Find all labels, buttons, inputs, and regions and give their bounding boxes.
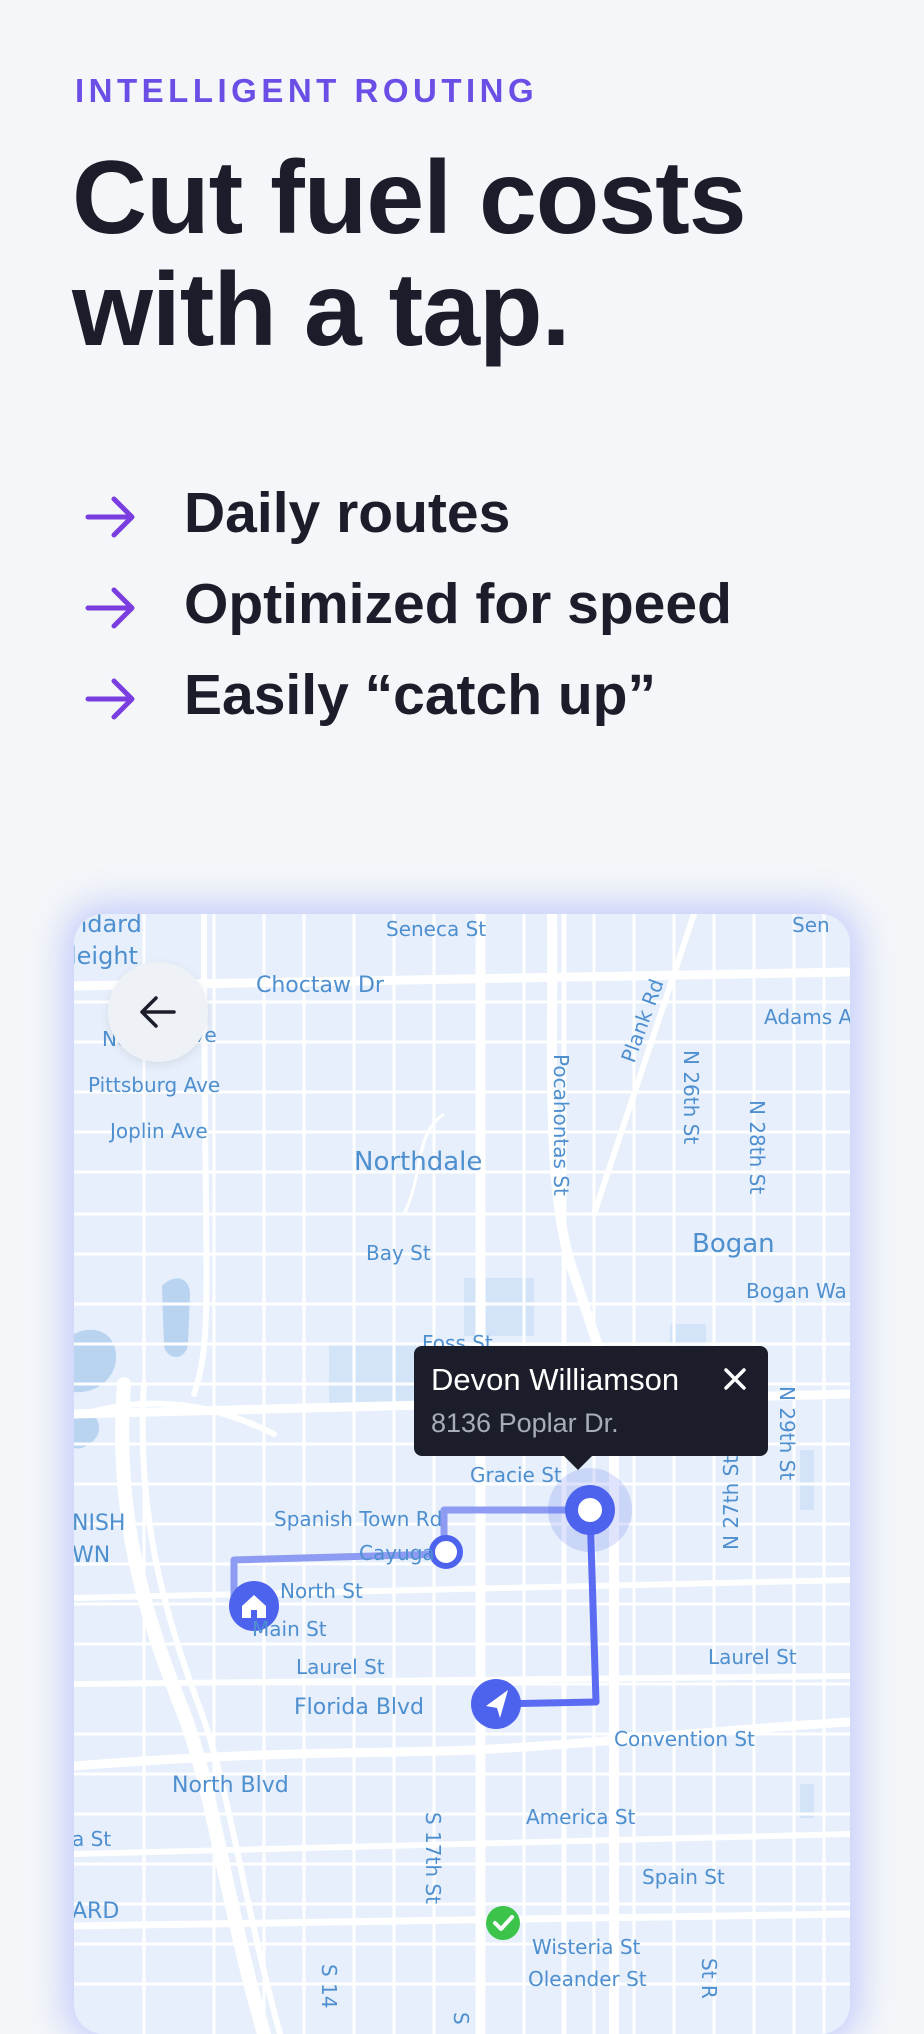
map-label: Seneca St [386,917,486,941]
map-label: St R [697,1958,721,1999]
check-icon[interactable] [486,1906,520,1940]
back-button[interactable] [108,962,208,1062]
map-label: Bay St [366,1241,431,1265]
map-label: ndard [74,914,142,938]
customer-name: Devon Williamson [431,1362,680,1397]
map-label: Convention St [614,1727,755,1751]
map-label: North St [280,1579,363,1603]
map-label: Spanish Town Rd [274,1507,442,1531]
map-label: Laurel St [296,1655,385,1679]
map-label: Choctaw Dr [256,973,385,998]
arrow-left-icon [140,996,176,1028]
headline-line-1: Cut fuel costs [72,140,747,256]
map-label: a St [74,1827,111,1851]
map-label: Bogan Wa [746,1279,847,1303]
map-label: ARD [74,1899,119,1924]
map-label: Pocahontas St [549,1054,573,1196]
feature-label: Easily “catch up” [184,663,657,727]
map-canvas[interactable]: ndard leight Seneca St Sen Choctaw Dr Ne… [74,914,850,2034]
close-icon[interactable] [722,1366,748,1392]
map-label: S 14 [317,1964,341,2009]
map-label: Cayuga [359,1541,435,1565]
map-label: leight [74,942,138,970]
map-label: Joplin Ave [108,1119,208,1143]
map-label: Spain St [642,1865,725,1889]
map-label: North Blvd [172,1773,289,1798]
map-label: Florida Blvd [294,1695,424,1720]
map-label: S 17th St [421,1812,445,1904]
map-label: WN [74,1543,110,1568]
headline-line-2: with a tap. [72,252,570,368]
map-label: Northdale [354,1147,482,1177]
arrow-right-icon [85,587,135,629]
navigation-arrow-icon[interactable] [471,1679,521,1729]
section-eyebrow: INTELLIGENT ROUTING [75,72,539,109]
arrow-right-icon [85,678,135,720]
map-label: Adams A [764,1005,850,1029]
headline: Cut fuel costs with a tap. [72,142,892,366]
feature-label: Daily routes [184,481,511,545]
map-label: NISH [74,1511,125,1536]
map-label: N 26th St [679,1050,703,1144]
map-label: Pittsburg Ave [88,1073,220,1097]
map-label: Bogan [692,1229,775,1259]
map-label: N 28th St [745,1100,769,1194]
feature-label: Optimized for speed [184,572,732,636]
customer-address: 8136 Poplar Dr. [431,1408,619,1438]
arrow-right-icon [85,496,135,538]
map-card[interactable]: ndard leight Seneca St Sen Choctaw Dr Ne… [74,914,850,2034]
map-label: N 29th St [775,1386,799,1480]
map-label: S [449,2012,473,2025]
map-label: N 27th St [719,1456,743,1550]
map-label: America St [526,1805,636,1829]
map-label: Oleander St [528,1967,647,1991]
map-label: Gracie St [470,1463,562,1487]
map-label: Main St [252,1617,327,1641]
map-label: Sen [792,914,830,937]
map-label: Wisteria St [532,1935,641,1959]
map-label: Laurel St [708,1645,797,1669]
customer-popup[interactable]: Devon Williamson 8136 Poplar Dr. [414,1346,768,1470]
